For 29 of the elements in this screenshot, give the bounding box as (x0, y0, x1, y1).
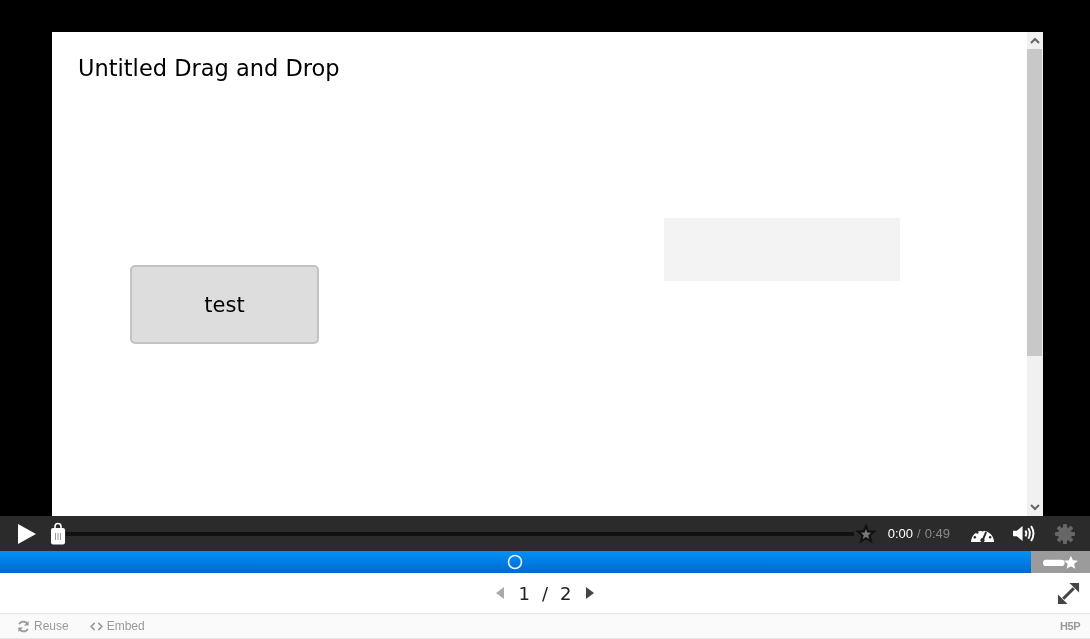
circle-marker-icon[interactable] (507, 554, 523, 570)
embed-link[interactable]: Embed (89, 619, 145, 633)
caret-left-icon (495, 587, 504, 599)
task-title: Untitled Drag and Drop (77, 54, 341, 83)
code-icon (89, 621, 103, 631)
total-time: 0:49 (924, 526, 950, 541)
logo-text: H5P (1060, 620, 1080, 632)
reuse-link[interactable]: Reuse (17, 619, 69, 633)
seek-track[interactable] (66, 531, 854, 536)
current-page: 1 (518, 582, 530, 604)
elapsed-time: 0:00 (887, 526, 914, 541)
bookmark-toggle-button[interactable] (1031, 551, 1090, 573)
caret-right-icon (586, 587, 595, 599)
speaker-icon (1012, 524, 1035, 543)
pill-star-icon (1042, 554, 1079, 570)
play-icon (18, 523, 36, 544)
diagonal-arrows-icon (1056, 581, 1080, 605)
draggable-item[interactable]: test (130, 265, 319, 344)
chevron-up-icon[interactable] (1030, 37, 1040, 44)
scrollbar-thumb[interactable] (1027, 49, 1042, 356)
time-separator: / (917, 526, 921, 541)
page-separator: / (541, 582, 549, 604)
total-pages: 2 (560, 582, 572, 604)
refresh-icon (17, 619, 30, 633)
seek-handle[interactable] (50, 522, 66, 545)
chevron-down-icon[interactable] (1030, 504, 1040, 511)
fullscreen-button[interactable] (1055, 580, 1081, 606)
star-icon (853, 521, 878, 546)
scrollbar-track[interactable] (1027, 32, 1043, 516)
